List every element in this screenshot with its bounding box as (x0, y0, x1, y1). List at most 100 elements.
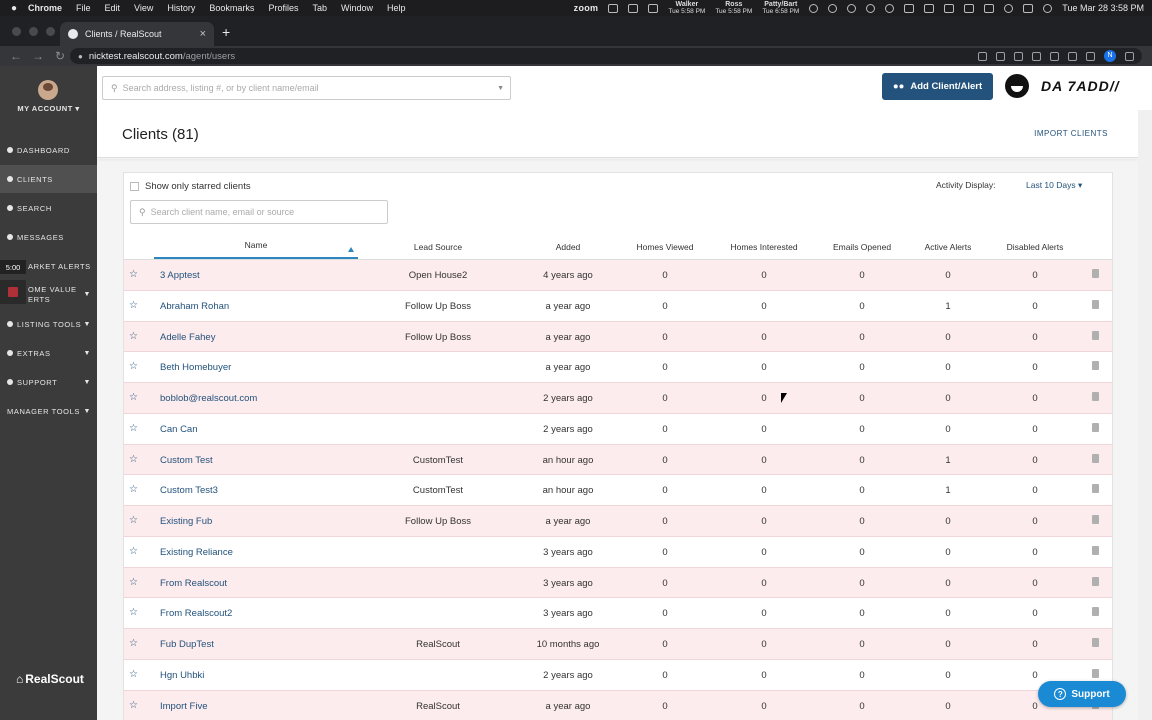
client-name-link[interactable]: Abraham Rohan (160, 301, 229, 312)
client-name-link[interactable]: From Realscout (160, 578, 227, 589)
forward-icon[interactable] (648, 3, 659, 13)
star-icon[interactable]: ☆ (129, 269, 138, 280)
menu-help[interactable]: Help (387, 3, 406, 13)
trash-icon[interactable] (1092, 392, 1099, 401)
menubar-datetime[interactable]: Tue Mar 28 3:58 PM (1062, 3, 1144, 13)
client-name-link[interactable]: Adelle Fahey (160, 332, 215, 343)
kebab-menu-icon[interactable] (1125, 51, 1134, 61)
table-row[interactable]: ☆ Fub DupTest RealScout 10 months ago 0 0 0 0 0 (124, 629, 1112, 660)
global-search-input[interactable]: ⚲ Search address, listing #, or by clien… (102, 76, 511, 100)
client-name-link[interactable]: Existing Reliance (160, 547, 233, 558)
back-arrow-icon[interactable]: ← (10, 49, 22, 63)
lock-icon[interactable]: ● (78, 52, 83, 61)
starred-checkbox[interactable] (130, 182, 139, 191)
menu-app-name[interactable]: Chrome (28, 3, 62, 13)
trash-icon[interactable] (1092, 515, 1099, 524)
sidebar-item-messages[interactable]: MESSAGES (0, 223, 97, 251)
avatar[interactable] (38, 80, 58, 100)
trash-icon[interactable] (1092, 545, 1099, 555)
table-row[interactable]: ☆ From Realscout2 3 years ago 0 0 0 0 0 (124, 598, 1112, 629)
menu-view[interactable]: View (134, 3, 153, 13)
menu-file[interactable]: File (76, 3, 91, 13)
table-row[interactable]: ☆ From Realscout 3 years ago 0 0 0 0 0 (124, 567, 1112, 599)
client-name-link[interactable]: Existing Fub (160, 516, 212, 527)
menu-edit[interactable]: Edit (105, 3, 121, 13)
realscout-logo[interactable]: ⌂ RealScout (16, 672, 84, 686)
trash-icon[interactable] (1092, 422, 1099, 432)
mic-muted-icon[interactable] (608, 3, 619, 13)
star-icon[interactable]: ☆ (129, 669, 138, 680)
add-client-alert-button[interactable]: ●● Add Client/Alert (882, 73, 993, 100)
browser-tab-active[interactable]: Clients / RealScout × (60, 22, 214, 46)
menu-bookmarks[interactable]: Bookmarks (209, 3, 254, 13)
table-row[interactable]: ☆ Adelle Fahey Follow Up Boss a year ago 0 0 0… (124, 321, 1112, 353)
table-row[interactable]: ☆ Import Five RealScout a year ago 0 0 0 0 0 (124, 690, 1112, 720)
table-row[interactable]: ☆ boblob@realscout.com 2 years ago 0 0 0 0 0 (124, 383, 1112, 414)
starred-filter[interactable]: Show only starred clients (130, 181, 251, 192)
trash-icon[interactable] (1092, 484, 1099, 494)
slack-icon[interactable] (628, 3, 639, 13)
support-chat-button[interactable]: ? Support (1038, 681, 1126, 707)
client-name-link[interactable]: Hgn Uhbki (160, 670, 204, 681)
maximize-window-button[interactable] (46, 27, 55, 36)
star-icon[interactable]: ☆ (129, 607, 138, 618)
client-name-link[interactable]: Can Can (160, 424, 198, 435)
profile-avatar[interactable]: N (1104, 50, 1116, 62)
star-icon[interactable]: ☆ (129, 577, 138, 588)
close-window-button[interactable] (12, 27, 21, 36)
star-icon[interactable]: ☆ (129, 484, 138, 495)
import-clients-button[interactable]: IMPORT CLIENTS (1034, 129, 1108, 138)
client-search-input[interactable]: ⚲ Search client name, email or source (130, 200, 388, 224)
trash-icon[interactable] (1092, 638, 1099, 647)
client-name-link[interactable]: boblob@realscout.com (160, 393, 257, 404)
column-header-added[interactable]: Added (518, 242, 618, 252)
star-icon[interactable]: ☆ (129, 546, 138, 557)
battery-icon[interactable] (964, 3, 975, 13)
star-icon[interactable]: ☆ (129, 454, 138, 465)
extension-icon[interactable] (1014, 51, 1023, 61)
menu-tab[interactable]: Tab (312, 3, 327, 13)
star-icon[interactable]: ☆ (129, 331, 138, 342)
download-icon[interactable] (1068, 51, 1077, 61)
trash-icon[interactable] (1092, 607, 1099, 617)
wifi-icon[interactable] (984, 3, 995, 13)
bookmark-star-icon[interactable] (996, 51, 1005, 61)
column-header-name[interactable]: Name (154, 240, 358, 250)
client-name-link[interactable]: From Realscout2 (160, 608, 232, 619)
minimize-window-button[interactable] (29, 27, 38, 36)
sidebar-item-listing-tools[interactable]: LISTING TOOLS ▼ (0, 310, 97, 338)
stop-recording-button[interactable] (0, 280, 26, 304)
sort-ascending-icon[interactable] (348, 247, 354, 252)
my-account-menu[interactable]: MY ACCOUNT ▾ (0, 104, 97, 113)
trash-icon[interactable] (1092, 453, 1099, 463)
sidebar-icon[interactable] (1086, 51, 1095, 61)
apple-icon[interactable]: ● (0, 3, 28, 14)
sidebar-item-clients[interactable]: CLIENTS (0, 165, 97, 193)
client-name-link[interactable]: 3 Apptest (160, 270, 200, 281)
trash-icon[interactable] (1092, 668, 1099, 678)
client-name-link[interactable]: Import Five (160, 701, 208, 712)
trash-icon[interactable] (1092, 269, 1099, 278)
sidebar-item-dashboard[interactable]: DASHBOARD (0, 136, 97, 164)
table-row[interactable]: ☆ Existing Fub Follow Up Boss a year ago 0 0 0… (124, 506, 1112, 537)
star-icon[interactable]: ☆ (129, 423, 138, 434)
star-icon[interactable]: ☆ (129, 392, 138, 403)
column-header-lead-source[interactable]: Lead Source (388, 242, 488, 252)
trash-icon[interactable] (1092, 361, 1099, 371)
star-icon[interactable]: ☆ (129, 700, 138, 711)
zoom-status[interactable]: zoom (574, 3, 599, 13)
spotlight-search-icon[interactable] (1004, 3, 1014, 13)
chevron-down-icon[interactable]: ▼ (497, 85, 504, 92)
settings-icon[interactable] (866, 3, 876, 13)
table-row[interactable]: ☆ Beth Homebuyer a year ago 0 0 0 0 0 (124, 352, 1112, 383)
menu-profiles[interactable]: Profiles (268, 3, 298, 13)
column-header-disabled-alerts[interactable]: Disabled Alerts (990, 242, 1080, 252)
close-tab-icon[interactable]: × (200, 28, 206, 40)
table-row[interactable]: ☆ Can Can 2 years ago 0 0 0 0 0 (124, 414, 1112, 445)
gear-icon[interactable] (847, 3, 857, 13)
table-row[interactable]: ☆ Custom Test CustomTest an hour ago 0 0 0 1 0 (124, 444, 1112, 476)
column-header-active-alerts[interactable]: Active Alerts (910, 242, 986, 252)
client-name-link[interactable]: Custom Test3 (160, 485, 218, 496)
sidebar-item-manager-tools[interactable]: MANAGER TOOLS ▼ (0, 397, 97, 425)
bluetooth-icon[interactable] (924, 3, 935, 13)
